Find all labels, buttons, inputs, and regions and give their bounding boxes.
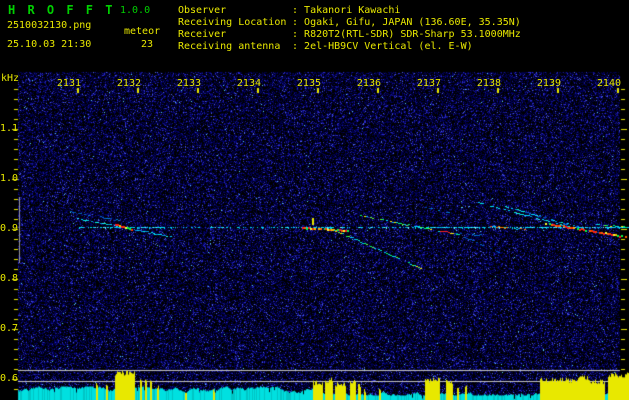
freq-tick-label: 0.9 xyxy=(0,223,19,234)
time-tick-label: 2139 xyxy=(536,78,561,89)
time-tick-label: 2138 xyxy=(476,78,501,89)
app-version: 1.0.0 xyxy=(120,5,151,16)
info-value: 2el-HB9CV Vertical (el. E-W) xyxy=(304,41,473,52)
output-filename: 2510032130.png xyxy=(7,20,92,31)
info-value: Takanori Kawachi xyxy=(304,5,401,16)
info-label: Receiver xyxy=(178,29,227,40)
mode-label: meteor xyxy=(124,26,161,37)
time-tick-label: 2136 xyxy=(356,78,381,89)
time-tick-label: 2137 xyxy=(416,78,441,89)
info-colon: : xyxy=(292,5,305,16)
info-row: Receiving Location: Ogaki, Gifu, JAPAN (… xyxy=(178,17,521,28)
time-tick-label: 2132 xyxy=(116,78,141,89)
echo-count: 23 xyxy=(141,39,154,50)
time-tick-label: 2140 xyxy=(596,78,621,89)
freq-axis-unit: kHz xyxy=(1,73,20,84)
info-label: Receiving antenna xyxy=(178,41,281,52)
freq-tick-label: 0.6 xyxy=(0,373,19,384)
freq-tick-label: 0.7 xyxy=(0,323,19,334)
time-tick-label: 2134 xyxy=(236,78,261,89)
info-colon: : xyxy=(292,17,305,28)
info-row: Receiving antenna: 2el-HB9CV Vertical (e… xyxy=(178,41,473,52)
info-value: R820T2(RTL-SDR) SDR-Sharp 53.1000MHz xyxy=(304,29,521,40)
freq-tick-label: 1.1 xyxy=(0,123,19,134)
time-tick-label: 2135 xyxy=(296,78,321,89)
info-label: Observer xyxy=(178,5,227,16)
hrofft-app: H R O F F T 1.0.0 2510032130.png meteor … xyxy=(0,0,629,400)
info-row: Receiver: R820T2(RTL-SDR) SDR-Sharp 53.1… xyxy=(178,29,521,40)
info-colon: : xyxy=(292,29,305,40)
freq-tick-label: 0.8 xyxy=(0,273,19,284)
freq-tick-label: 1.0 xyxy=(0,173,19,184)
datetime-label: 25.10.03 21:30 xyxy=(7,39,92,50)
info-row: Observer: Takanori Kawachi xyxy=(178,5,400,16)
info-value: Ogaki, Gifu, JAPAN (136.60E, 35.35N) xyxy=(304,17,521,28)
app-title: H R O F F T xyxy=(8,3,115,17)
text-overlay: H R O F F T 1.0.0 2510032130.png meteor … xyxy=(0,0,629,400)
info-label: Receiving Location xyxy=(178,17,287,28)
time-tick-label: 2133 xyxy=(176,78,201,89)
time-tick-label: 2131 xyxy=(56,78,81,89)
info-colon: : xyxy=(292,41,305,52)
